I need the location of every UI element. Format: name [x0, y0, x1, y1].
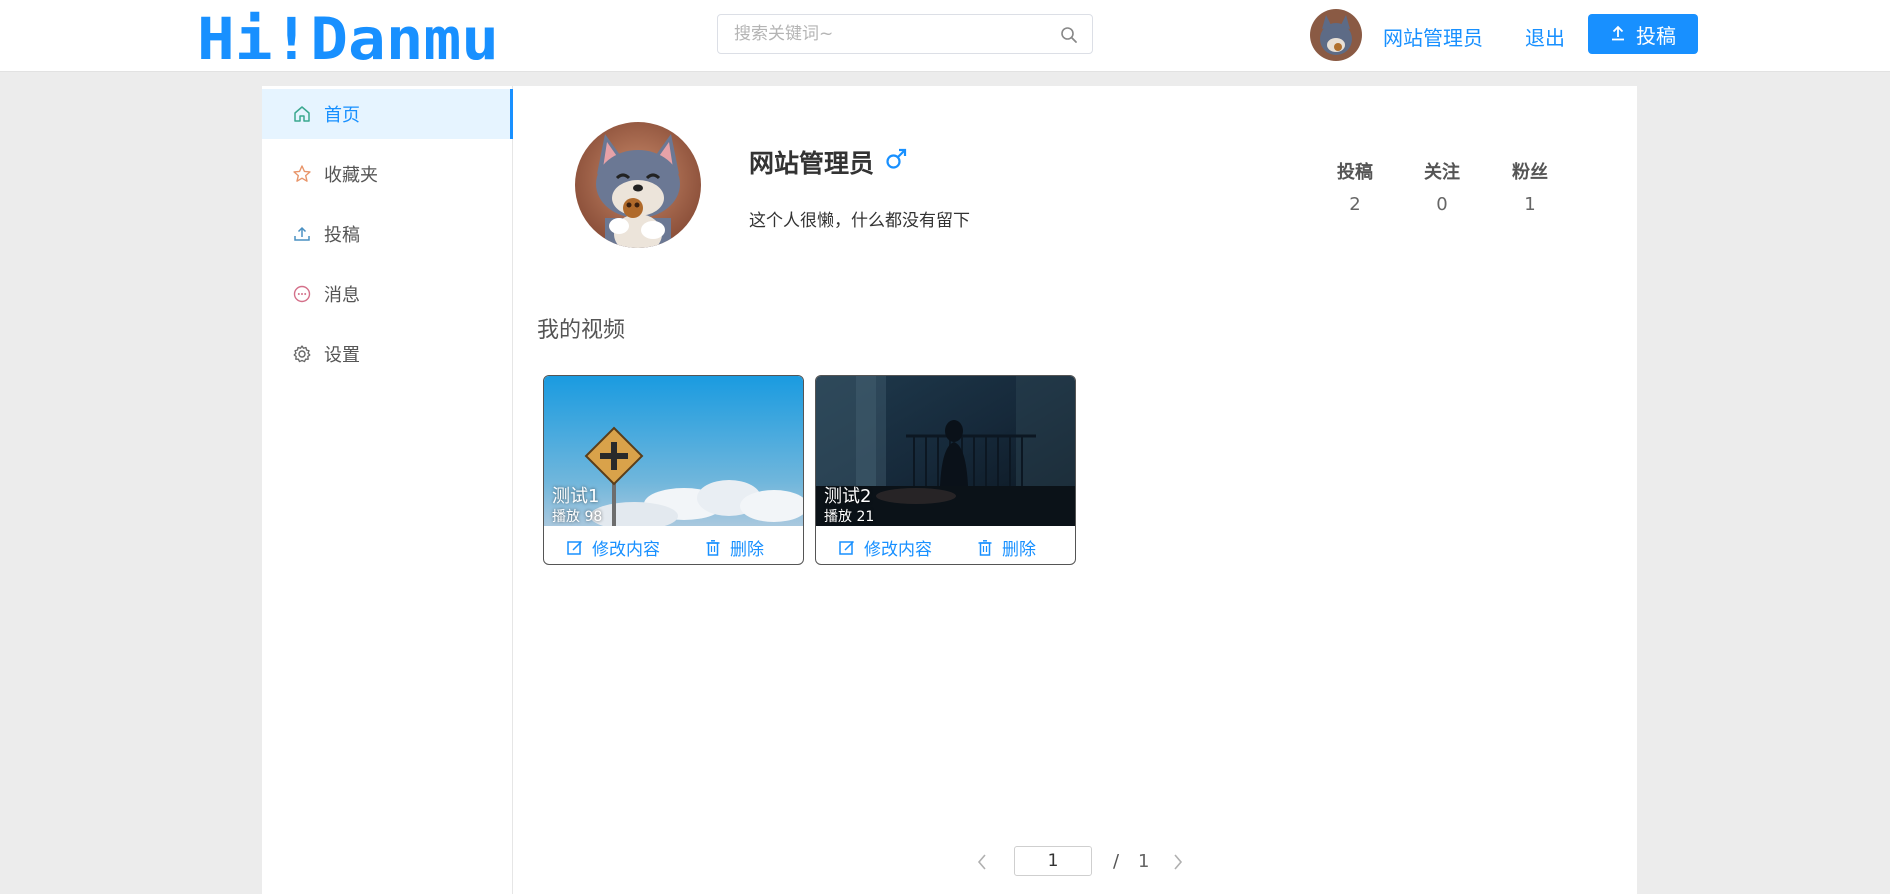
video-card: 测试1 播放 98 修改内容 删除 — [543, 375, 804, 565]
page-number-input[interactable] — [1014, 846, 1092, 876]
profile-avatar — [575, 122, 701, 248]
delete-label: 删除 — [730, 540, 764, 560]
stat-value: 2 — [1349, 194, 1361, 215]
home-icon — [292, 104, 312, 124]
sidebar-item-upload[interactable]: 投稿 — [262, 209, 513, 259]
video-title[interactable]: 测试2 — [824, 482, 871, 508]
video-actions: 修改内容 删除 — [544, 526, 803, 564]
edit-video-button[interactable]: 修改内容 — [566, 535, 660, 560]
video-play-count: 播放 98 — [552, 509, 603, 525]
page-separator: / — [1113, 851, 1120, 872]
video-card: 测试2 播放 21 修改内容 删除 — [815, 375, 1076, 565]
chevron-right-icon[interactable] — [1169, 852, 1187, 872]
delete-label: 删除 — [1002, 540, 1036, 560]
upload-icon — [1610, 22, 1626, 46]
site-logo[interactable]: Hi!Danmu — [197, 5, 502, 73]
male-icon — [884, 147, 908, 177]
pagination: / 1 — [513, 846, 1637, 880]
sidebar-item-home[interactable]: 首页 — [262, 89, 513, 139]
trash-icon — [978, 539, 992, 556]
search-box — [717, 14, 1093, 54]
sidebar-item-messages[interactable]: 消息 — [262, 269, 513, 319]
video-title[interactable]: 测试1 — [552, 482, 599, 508]
upload-icon — [292, 224, 312, 244]
gear-icon — [292, 344, 312, 364]
top-header: Hi!Danmu 网站管理员 退出 投稿 — [0, 0, 1890, 73]
profile-username: 网站管理员 — [749, 144, 908, 180]
sidebar-item-label: 设置 — [324, 345, 360, 366]
page-total: 1 — [1138, 851, 1150, 872]
edit-icon — [839, 540, 855, 555]
stat-value: 1 — [1524, 194, 1536, 215]
trash-icon — [706, 539, 720, 556]
stat-label: 粉丝 — [1512, 162, 1548, 183]
stat-label: 关注 — [1424, 162, 1460, 183]
header-avatar[interactable] — [1310, 9, 1362, 61]
delete-video-button[interactable]: 删除 — [976, 535, 1036, 560]
sidebar-item-label: 首页 — [324, 105, 360, 126]
video-thumbnail[interactable]: 测试1 播放 98 — [544, 376, 803, 526]
svg-text:Hi!Danmu: Hi!Danmu — [197, 9, 499, 65]
stat-value: 0 — [1436, 194, 1448, 215]
chevron-left-icon[interactable] — [973, 852, 991, 872]
search-input[interactable] — [734, 23, 1054, 45]
main-content: 网站管理员 这个人很懒，什么都没有留下 投稿 2 关注 0 粉丝 1 我的视频 — [513, 86, 1637, 894]
video-actions: 修改内容 删除 — [816, 526, 1075, 564]
sidebar-item-label: 收藏夹 — [324, 165, 378, 186]
upload-button-label: 投稿 — [1636, 23, 1676, 48]
sidebar-item-label: 投稿 — [324, 225, 360, 246]
profile-bio: 这个人很懒，什么都没有留下 — [749, 211, 970, 231]
upload-button[interactable]: 投稿 — [1588, 14, 1698, 54]
video-thumbnail[interactable]: 测试2 播放 21 — [816, 376, 1075, 526]
header-username-link[interactable]: 网站管理员 — [1383, 22, 1483, 51]
stat-following[interactable]: 关注 0 — [1402, 158, 1482, 215]
sidebar-item-favorites[interactable]: 收藏夹 — [262, 149, 513, 199]
edit-label: 修改内容 — [592, 540, 660, 560]
profile-name-text: 网站管理员 — [749, 149, 875, 178]
edit-label: 修改内容 — [864, 540, 932, 560]
stat-followers[interactable]: 粉丝 1 — [1490, 158, 1570, 215]
edit-video-button[interactable]: 修改内容 — [838, 535, 932, 560]
section-title: 我的视频 — [537, 318, 626, 343]
sidebar-item-settings[interactable]: 设置 — [262, 329, 513, 379]
delete-video-button[interactable]: 删除 — [704, 535, 764, 560]
sidebar: 首页 收藏夹 投稿 消息 设置 — [262, 86, 513, 894]
sidebar-item-label: 消息 — [324, 285, 360, 306]
message-icon — [292, 284, 312, 304]
star-icon — [292, 164, 312, 184]
stat-label: 投稿 — [1337, 162, 1373, 183]
logout-link[interactable]: 退出 — [1525, 22, 1565, 51]
edit-icon — [567, 540, 583, 555]
stat-uploads[interactable]: 投稿 2 — [1315, 158, 1395, 215]
search-icon[interactable] — [1060, 26, 1078, 44]
video-play-count: 播放 21 — [824, 509, 875, 525]
